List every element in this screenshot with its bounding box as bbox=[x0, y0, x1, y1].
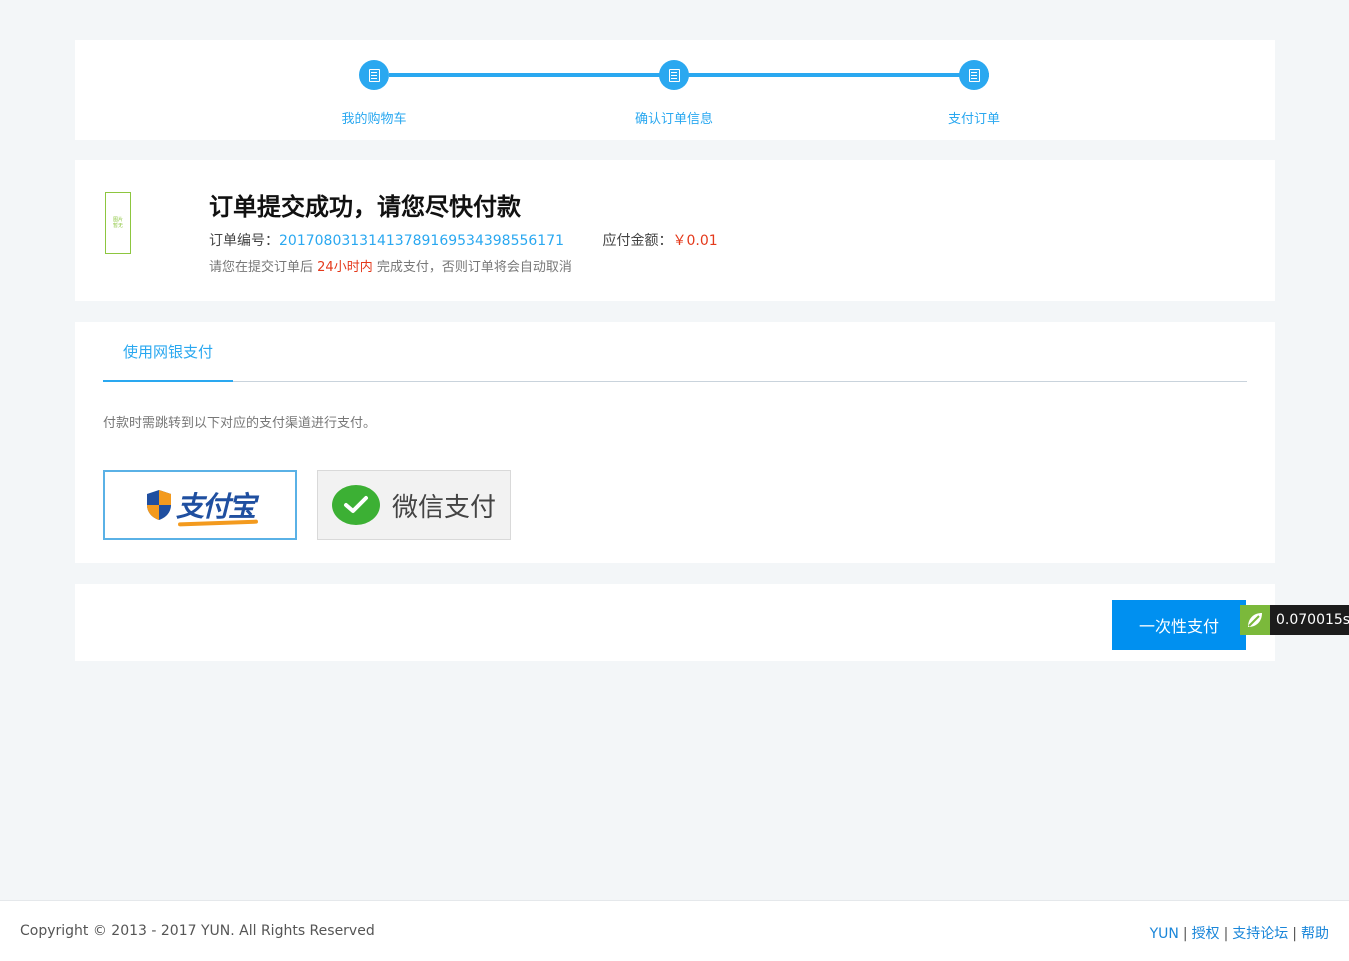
copyright-text: Copyright © 2013 - 2017 YUN. All Rights … bbox=[20, 923, 375, 939]
order-image-placeholder: 图片 暂无 bbox=[105, 192, 131, 254]
step-connector bbox=[689, 73, 989, 77]
document-icon bbox=[368, 68, 380, 82]
leaf-icon bbox=[1240, 605, 1270, 635]
order-info-panel: 图片 暂无 订单提交成功，请您尽快付款 订单编号：201708031314137… bbox=[75, 160, 1275, 301]
note-suffix: 完成支付，否则订单将会自动取消 bbox=[376, 260, 572, 275]
order-number-label: 订单编号： bbox=[209, 233, 279, 249]
wechat-pay-label: 微信支付 bbox=[391, 492, 496, 523]
footer-link-yun[interactable]: YUN bbox=[1150, 926, 1179, 942]
order-image-text: 图片 暂无 bbox=[112, 217, 123, 229]
footer-links: YUN | 授权 | 支持论坛 | 帮助 bbox=[1150, 923, 1329, 943]
order-title: 订单提交成功，请您尽快付款 bbox=[209, 193, 521, 221]
footer-link-help[interactable]: 帮助 bbox=[1301, 926, 1329, 942]
pay-once-button[interactable]: 一次性支付 bbox=[1112, 600, 1246, 650]
timer-value: 0.070015s bbox=[1270, 605, 1349, 635]
payment-panel: 使用网银支付 付款时需跳转到以下对应的支付渠道进行支付。 支付宝 微信支付 bbox=[75, 322, 1275, 563]
step-3-node bbox=[959, 60, 989, 90]
footer: Copyright © 2013 - 2017 YUN. All Rights … bbox=[0, 900, 1349, 961]
footer-link-forum[interactable]: 支持论坛 bbox=[1232, 926, 1288, 942]
order-number: 20170803131413789169534398556171 bbox=[279, 233, 565, 249]
footer-link-license[interactable]: 授权 bbox=[1192, 926, 1220, 942]
footer-separator: | bbox=[1182, 926, 1188, 942]
alipay-option[interactable]: 支付宝 bbox=[103, 470, 297, 540]
step-2-node bbox=[659, 60, 689, 90]
step-2-label: 确认订单信息 bbox=[634, 112, 713, 127]
note-deadline: 24小时内 bbox=[317, 260, 373, 275]
amount-label: 应付金额： bbox=[602, 233, 673, 249]
document-icon bbox=[668, 68, 680, 82]
document-icon bbox=[968, 68, 980, 82]
amount-value: ￥0.01 bbox=[672, 233, 718, 249]
footer-separator: | bbox=[1292, 926, 1297, 942]
alipay-shield-icon bbox=[146, 490, 171, 520]
step-1-label: 我的购物车 bbox=[341, 112, 407, 127]
action-panel: 一次性支付 bbox=[75, 584, 1275, 661]
tab-online-banking[interactable]: 使用网银支付 bbox=[103, 322, 233, 382]
wechat-logo-icon bbox=[331, 485, 380, 525]
order-meta: 订单编号：20170803131413789169534398556171 应付… bbox=[209, 230, 718, 250]
payment-tab-bar: 使用网银支付 bbox=[103, 322, 1247, 382]
alipay-logo-text: 支付宝 bbox=[176, 485, 256, 525]
step-connector bbox=[389, 73, 689, 77]
step-1-node bbox=[359, 60, 389, 90]
wechat-pay-option[interactable]: 微信支付 bbox=[317, 470, 511, 540]
footer-separator: | bbox=[1223, 926, 1229, 942]
note-prefix: 请您在提交订单后 bbox=[209, 260, 314, 275]
order-note: 请您在提交订单后 24小时内 完成支付，否则订单将会自动取消 bbox=[209, 256, 572, 275]
step-3-label: 支付订单 bbox=[947, 112, 1000, 127]
payment-hint: 付款时需跳转到以下对应的支付渠道进行支付。 bbox=[103, 416, 377, 431]
debug-timer[interactable]: 0.070015s bbox=[1240, 605, 1349, 635]
checkout-steps: 我的购物车 确认订单信息 支付订单 bbox=[75, 40, 1275, 140]
